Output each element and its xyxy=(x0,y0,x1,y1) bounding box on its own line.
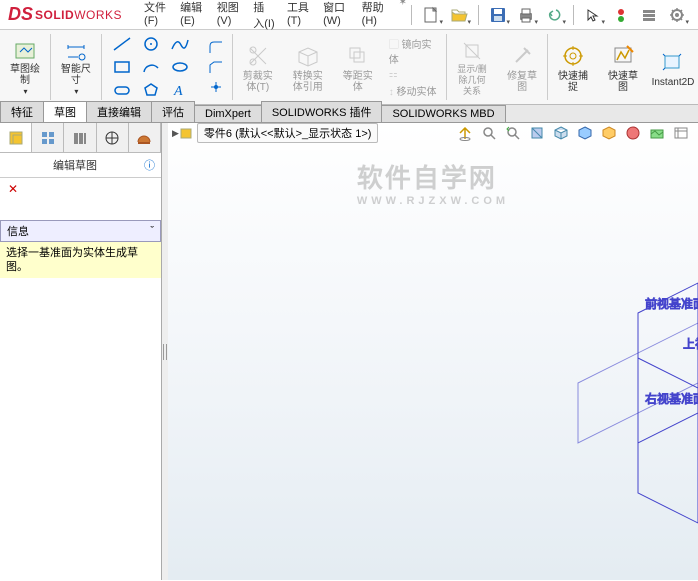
info-section-header[interactable]: 信息 ˇ xyxy=(0,220,161,242)
point-tool[interactable] xyxy=(206,78,226,96)
chevron-down-icon: ▾ xyxy=(506,18,510,26)
menu-bar: 文件(F) 编辑(E) 视图(V) 插入(I) 工具(T) 窗口(W) 帮助(H… xyxy=(140,0,407,33)
offset-entity-button[interactable]: 等距实 体 xyxy=(339,37,377,97)
fillet-tool[interactable] xyxy=(206,38,226,56)
chevron-down-icon: ▾ xyxy=(534,18,538,26)
feature-manager-panel: 编辑草图 ⓘ ✕ 信息 ˇ 选择一基准面为实体生成草图。 xyxy=(0,123,162,580)
chevron-down-icon: ▾ xyxy=(467,18,471,26)
svg-text:前视基准面: 前视基准面 xyxy=(645,296,698,311)
panel-close-button[interactable]: ✕ xyxy=(0,178,161,200)
polygon-tool[interactable] xyxy=(137,79,165,101)
select-button[interactable]: ▾ xyxy=(580,3,606,27)
menu-file[interactable]: 文件(F) xyxy=(140,0,172,33)
relations-button[interactable]: 显示/删 除几何 关系 xyxy=(453,37,491,97)
reference-planes: 前视基准面 右视基准面 上视 xyxy=(168,123,698,580)
menu-insert[interactable]: 插入(I) xyxy=(249,0,279,33)
ellipse-tool[interactable] xyxy=(166,56,194,78)
graphics-viewport[interactable]: ▶ 零件6 (默认<<默认>_显示状态 1>) 软件自学网 WWW.RJZXW.… xyxy=(168,123,698,580)
convert-entity-button[interactable]: 转换实 体引用 xyxy=(289,37,327,97)
quick-access-toolbar: ▾ ▾ ▾ ▾ ▾ ▾ ▾ xyxy=(407,3,698,27)
tab-feature[interactable]: 特征 xyxy=(0,101,44,122)
svg-text:右视基准面: 右视基准面 xyxy=(645,391,698,406)
tab-sw-addins[interactable]: SOLIDWORKS 插件 xyxy=(261,101,383,122)
tab-evaluate[interactable]: 评估 xyxy=(151,101,195,122)
ds-logo-icon: DS xyxy=(8,4,33,25)
rebuild-button[interactable] xyxy=(608,3,634,27)
menu-edit[interactable]: 编辑(E) xyxy=(176,0,209,33)
rapid-sketch-button[interactable]: 快速草 图 xyxy=(604,37,642,97)
command-tab-strip: 特征 草图 直接编辑 评估 DimXpert SOLIDWORKS 插件 SOL… xyxy=(0,105,698,123)
undo-button[interactable]: ▾ xyxy=(541,3,567,27)
trim-entity-button[interactable]: 剪裁实 体(T) xyxy=(239,37,277,97)
chevron-down-icon: ▾ xyxy=(562,18,566,26)
panel-tab-dimxpert[interactable] xyxy=(97,123,129,152)
app-logo: DS SOLIDWORKS xyxy=(0,4,130,25)
panel-tab-feature-tree[interactable] xyxy=(0,123,32,152)
circle-tool[interactable] xyxy=(137,33,165,55)
right-plane[interactable] xyxy=(638,358,698,523)
pattern-button[interactable]: ⚏ xyxy=(389,69,440,80)
rectangle-tool[interactable] xyxy=(108,56,136,78)
spline-tool[interactable] xyxy=(166,33,194,55)
menu-view[interactable]: 视图(V) xyxy=(213,0,246,33)
new-button[interactable]: ▾ xyxy=(418,3,444,27)
svg-text:A: A xyxy=(173,84,183,99)
panel-title: 编辑草图 xyxy=(6,157,144,173)
panel-tab-property[interactable] xyxy=(32,123,64,152)
text-tool[interactable]: A xyxy=(166,79,194,101)
rapid-snap-button[interactable]: 快速捕 捉 xyxy=(554,37,592,97)
menu-help[interactable]: 帮助(H) xyxy=(358,0,391,33)
collapse-icon: ˇ xyxy=(150,225,154,237)
info-message: 选择一基准面为实体生成草图。 xyxy=(0,242,161,278)
panel-tab-display[interactable] xyxy=(129,123,161,152)
repair-sketch-button[interactable]: 修复草 图 xyxy=(503,37,541,97)
sketch-draw-button[interactable]: 草图绘 制▾ xyxy=(6,37,44,97)
arc-tool[interactable] xyxy=(137,56,165,78)
print-button[interactable]: ▾ xyxy=(513,3,539,27)
tab-sketch[interactable]: 草图 xyxy=(43,101,87,122)
tab-dimxpert[interactable]: DimXpert xyxy=(194,105,262,122)
slot-tool[interactable] xyxy=(108,79,136,101)
panel-tab-config[interactable] xyxy=(64,123,96,152)
settings-button[interactable]: ▾ xyxy=(664,3,690,27)
line-tool[interactable] xyxy=(108,33,136,55)
smart-dimension-button[interactable]: 智能尺 寸▾ xyxy=(57,37,95,97)
menu-window[interactable]: 窗口(W) xyxy=(319,0,354,33)
chevron-down-icon: ▾ xyxy=(601,18,605,26)
svg-text:上视: 上视 xyxy=(683,336,698,351)
tab-direct-edit[interactable]: 直接编辑 xyxy=(86,101,152,122)
mirror-button[interactable]: ▢ 镜向实 体 xyxy=(389,36,440,66)
move-entity-button[interactable]: ↕ 移动实体 xyxy=(389,83,440,98)
instant2d-button[interactable]: Instant2D xyxy=(654,37,692,97)
open-button[interactable]: ▾ xyxy=(446,3,472,27)
chamfer-tool[interactable] xyxy=(206,58,226,76)
ribbon: 草图绘 制▾ 智能尺 寸▾ A 剪裁 xyxy=(0,30,698,105)
save-button[interactable]: ▾ xyxy=(485,3,511,27)
chevron-down-icon: ▾ xyxy=(685,18,689,26)
panel-help-icon[interactable]: ⓘ xyxy=(144,157,155,173)
pin-icon[interactable]: ✶ xyxy=(399,0,407,33)
chevron-down-icon: ▾ xyxy=(439,18,443,26)
options-button[interactable] xyxy=(636,3,662,27)
tab-sw-mbd[interactable]: SOLIDWORKS MBD xyxy=(381,105,505,122)
menu-tools[interactable]: 工具(T) xyxy=(283,0,315,33)
